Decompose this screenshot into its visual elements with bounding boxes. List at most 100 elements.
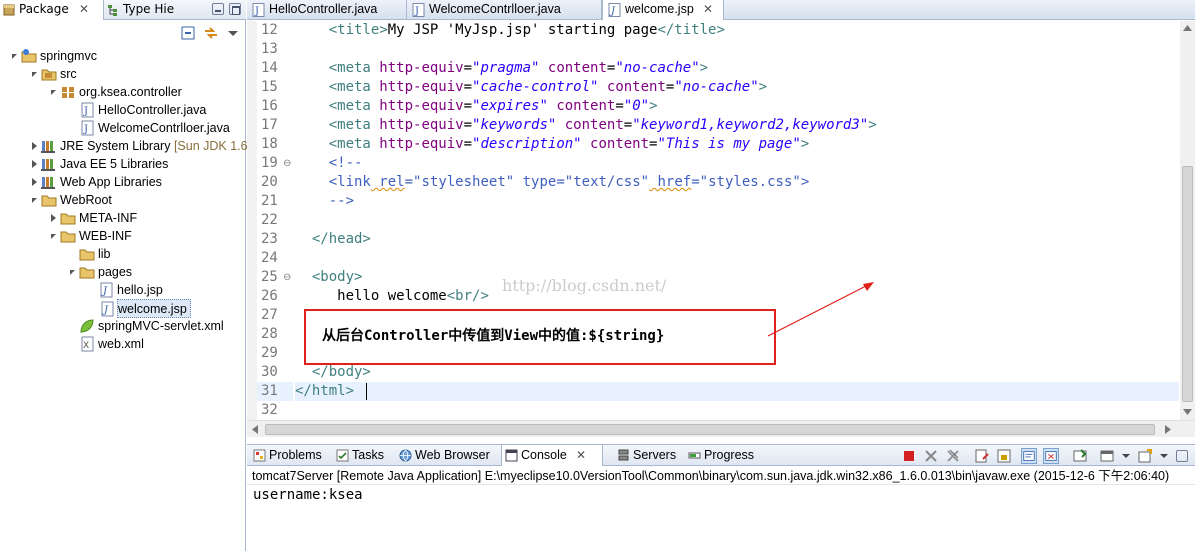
tree-item-label: META-INF: [79, 211, 138, 225]
scroll-left-icon[interactable]: [252, 425, 258, 434]
close-icon[interactable]: ✕: [576, 445, 586, 466]
text-caret: [366, 383, 367, 400]
collapse-all-icon[interactable]: [181, 25, 197, 41]
line-number: 30: [261, 364, 278, 380]
tree-item-hello-jsp[interactable]: J hello.jsp: [100, 281, 163, 299]
scroll-lock-icon[interactable]: [996, 448, 1012, 464]
tab-progress[interactable]: Progress: [685, 445, 754, 466]
project-icon: [21, 49, 37, 63]
expanded-arrow-icon[interactable]: [8, 48, 20, 64]
tab-hello-controller[interactable]: J HelloController.java: [247, 0, 407, 20]
servers-icon: [618, 449, 629, 461]
tree-item-package[interactable]: org.ksea.controller: [51, 83, 182, 101]
collapsed-arrow-icon[interactable]: [47, 210, 59, 226]
tree-item-welcome-controller[interactable]: J WelcomeContrlloer.java: [81, 119, 230, 137]
collapsed-arrow-icon[interactable]: [28, 138, 40, 154]
tab-package-explorer[interactable]: Package ✕: [0, 0, 104, 20]
pin-console-icon[interactable]: [1072, 448, 1088, 464]
fold-toggle-icon[interactable]: ⊖: [283, 268, 291, 287]
open-console-icon[interactable]: [1137, 448, 1153, 464]
editor-horizontal-scrollbar[interactable]: [247, 420, 1195, 437]
dropdown-arrow-icon[interactable]: [1156, 448, 1172, 464]
tree-item-webroot[interactable]: WebRoot: [32, 191, 112, 209]
fold-toggle-icon[interactable]: ⊖: [283, 154, 291, 173]
tree-item-lib[interactable]: lib: [79, 245, 111, 263]
code-line: </body>: [311, 364, 371, 380]
svg-text:X: X: [83, 341, 89, 351]
expanded-arrow-icon[interactable]: [66, 264, 78, 280]
expanded-arrow-icon[interactable]: [47, 228, 59, 244]
scrollbar-thumb[interactable]: [265, 424, 1155, 435]
terminate-icon[interactable]: [901, 448, 917, 464]
tree-item-webapp-library[interactable]: Web App Libraries: [32, 173, 162, 191]
tree-item-label: springMVC-servlet.xml: [98, 319, 224, 333]
svg-text:J: J: [609, 6, 616, 17]
scroll-right-icon[interactable]: [1165, 425, 1171, 434]
console-icon: [505, 449, 518, 462]
expanded-arrow-icon[interactable]: [28, 192, 40, 208]
close-icon[interactable]: ✕: [703, 0, 713, 19]
editor-vertical-scrollbar[interactable]: [1180, 21, 1195, 420]
tree-item-welcome-jsp[interactable]: J welcome.jsp: [101, 299, 191, 318]
code-line: <title>My JSP 'MyJsp.jsp' starting page<…: [328, 22, 725, 38]
clear-console-icon[interactable]: [974, 448, 990, 464]
tree-item-label: WebRoot: [60, 193, 112, 207]
tree-item-web-xml[interactable]: X web.xml: [81, 335, 144, 353]
package-icon: [62, 87, 74, 98]
expanded-arrow-icon[interactable]: [47, 84, 59, 100]
svg-text:J: J: [254, 6, 259, 17]
show-on-error-icon[interactable]: [1043, 448, 1059, 464]
tree-item-label: src: [60, 67, 77, 81]
tree-item-meta-inf[interactable]: META-INF: [51, 209, 138, 227]
tab-servers[interactable]: Servers: [614, 445, 676, 466]
svg-text:J: J: [102, 305, 109, 316]
code-line: <meta http-equiv="description" content="…: [328, 136, 810, 152]
tab-package-label: Package: [19, 2, 69, 16]
tab-welcome-jsp[interactable]: J welcome.jsp ✕: [602, 0, 724, 20]
tab-web-browser[interactable]: Web Browser: [396, 445, 490, 466]
tab-welcome-controller[interactable]: J WelcomeContrlloer.java: [407, 0, 602, 20]
code-line: hello welcome<br/>: [337, 288, 489, 304]
collapsed-arrow-icon[interactable]: [28, 174, 40, 190]
tree-item-label: Java EE 5 Libraries: [60, 157, 169, 171]
minimize-icon[interactable]: [212, 3, 224, 15]
tab-tasks[interactable]: Tasks: [333, 445, 384, 466]
tab-type-hierarchy[interactable]: Type Hie: [104, 0, 204, 20]
view-menu-icon[interactable]: [225, 25, 241, 41]
tree-item-pages[interactable]: pages: [70, 263, 132, 281]
show-on-output-icon[interactable]: [1021, 448, 1037, 464]
tree-item-src[interactable]: src: [32, 65, 77, 83]
library-icon: [41, 159, 55, 171]
display-console-icon[interactable]: [1099, 448, 1115, 464]
link-with-editor-icon[interactable]: [203, 25, 219, 41]
code-line: <body>: [311, 269, 363, 285]
tab-console[interactable]: Console ✕: [501, 445, 603, 466]
scrollbar-thumb[interactable]: [1182, 166, 1193, 402]
tree-item-servlet-xml[interactable]: springMVC-servlet.xml: [80, 317, 224, 335]
line-number: 17: [261, 117, 278, 133]
scroll-up-icon[interactable]: [1183, 25, 1192, 31]
jsp-file-icon: J: [101, 301, 114, 317]
tree-item-javaee-library[interactable]: Java EE 5 Libraries: [32, 155, 169, 173]
tree-item-project[interactable]: springmvc: [12, 47, 97, 65]
line-number: 13: [261, 41, 278, 57]
collapsed-arrow-icon[interactable]: [28, 156, 40, 172]
tree-item-jre-library[interactable]: JRE System Library [Sun JDK 1.6: [32, 137, 248, 155]
svg-text:J: J: [101, 286, 108, 297]
scroll-down-icon[interactable]: [1183, 409, 1192, 415]
annotation-ruler: [247, 21, 257, 420]
remove-all-terminated-icon[interactable]: [945, 448, 961, 464]
code-line: <meta http-equiv="keywords" content="key…: [328, 117, 877, 133]
close-icon[interactable]: ✕: [79, 0, 89, 19]
tree-item-hello-controller[interactable]: J HelloController.java: [81, 101, 206, 119]
code-line: -->: [328, 193, 355, 209]
line-number: 21: [261, 193, 278, 209]
console-output[interactable]: username:ksea: [247, 486, 1195, 551]
dropdown-arrow-icon[interactable]: [1118, 448, 1134, 464]
maximize-icon[interactable]: [229, 3, 241, 15]
expanded-arrow-icon[interactable]: [28, 66, 40, 82]
tab-problems[interactable]: Problems: [250, 445, 322, 466]
tree-item-web-inf[interactable]: WEB-INF: [51, 227, 132, 245]
minimize-icon[interactable]: [1176, 450, 1188, 462]
remove-launch-icon[interactable]: [923, 448, 939, 464]
